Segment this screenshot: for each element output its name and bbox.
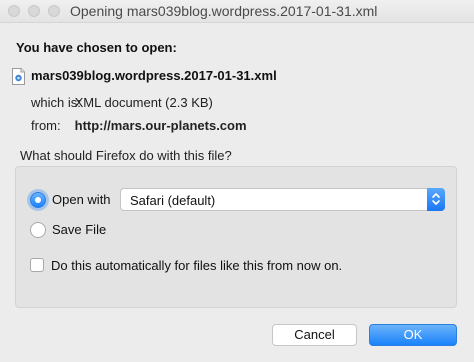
download-dialog: Opening mars039blog.wordpress.2017-01-31… (0, 0, 474, 362)
from-label: from: (31, 118, 61, 133)
close-window-button[interactable] (8, 5, 20, 17)
open-with-label[interactable]: Open with (52, 192, 111, 207)
document-icon (12, 68, 25, 85)
action-question: What should Firefox do with this file? (20, 148, 232, 163)
open-with-radio[interactable] (30, 192, 46, 208)
save-file-radio[interactable] (30, 222, 46, 238)
application-select[interactable]: Safari (default) (120, 188, 445, 211)
zoom-window-button[interactable] (48, 5, 60, 17)
dialog-heading: You have chosen to open: (16, 40, 177, 55)
title-bar: Opening mars039blog.wordpress.2017-01-31… (0, 0, 474, 23)
file-source-row: from: http://mars.our-planets.com (31, 118, 247, 133)
save-file-label[interactable]: Save File (52, 222, 106, 237)
cancel-button[interactable]: Cancel (272, 324, 357, 346)
ok-button[interactable]: OK (369, 324, 457, 346)
window-title: Opening mars039blog.wordpress.2017-01-31… (70, 3, 378, 19)
which-label: which is: (31, 95, 81, 110)
file-source-value: http://mars.our-planets.com (74, 118, 247, 133)
minimize-window-button[interactable] (28, 5, 40, 17)
file-type-value: XML document (2.3 KB) (74, 95, 213, 110)
application-select-value: Safari (default) (130, 193, 216, 208)
auto-action-checkbox[interactable] (30, 258, 44, 272)
file-name: mars039blog.wordpress.2017-01-31.xml (31, 68, 277, 83)
file-type-row: which is: XML document (2.3 KB) (31, 95, 213, 110)
chevron-updown-icon[interactable] (427, 188, 445, 211)
auto-action-label[interactable]: Do this automatically for files like thi… (51, 258, 342, 273)
